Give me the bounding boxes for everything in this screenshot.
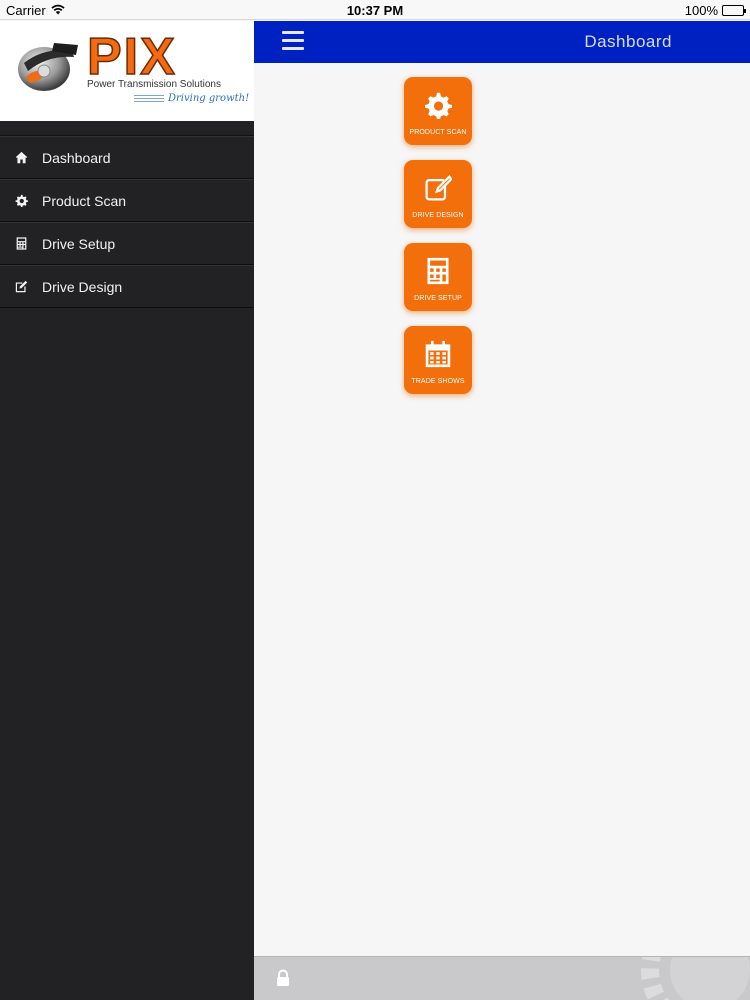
sidebar-menu: Dashboard Product Scan Drive Setup Drive… — [0, 135, 254, 308]
page-title: Dashboard — [584, 32, 672, 51]
status-right: 100% — [684, 3, 746, 18]
sidebar-item-label: Product Scan — [42, 192, 127, 209]
tile-trade-shows[interactable]: TRADE SHOWS — [404, 326, 472, 394]
brand-slogan: Driving growth! — [168, 93, 250, 104]
decorative-gear-watermark — [641, 957, 750, 1000]
calculator-icon — [423, 256, 453, 286]
sidebar-item-product-scan[interactable]: Product Scan — [0, 179, 254, 222]
footer-bar — [254, 956, 750, 1000]
calendar-icon — [423, 339, 453, 369]
globe-logo-icon — [18, 43, 78, 91]
tile-product-scan[interactable]: PRODUCT SCAN — [404, 77, 472, 145]
battery-percent: 100% — [684, 3, 718, 18]
tile-drive-setup[interactable]: DRIVE SETUP — [404, 243, 472, 311]
sidebar: PIX Power Transmission Solutions Driving… — [0, 21, 254, 1000]
edit-icon — [14, 280, 28, 294]
tile-label: TRADE SHOWS — [411, 378, 465, 385]
battery-icon — [722, 5, 746, 16]
gear-icon — [423, 90, 453, 120]
tile-label: DRIVE SETUP — [414, 295, 462, 302]
edit-icon — [423, 173, 453, 203]
dashboard-tiles: PRODUCT SCAN DRIVE DESIGN DRIVE SETUP TR… — [404, 77, 472, 409]
top-bar: Dashboard — [254, 21, 750, 63]
gear-icon — [14, 194, 28, 208]
brand-tagline: Power Transmission Solutions — [87, 79, 221, 90]
brand-slogan-wrap: Driving growth! — [134, 93, 249, 104]
tile-drive-design[interactable]: DRIVE DESIGN — [404, 160, 472, 228]
brand-name: PIX — [86, 28, 177, 86]
home-icon — [14, 151, 28, 165]
status-bar: Carrier 10:37 PM 100% — [0, 0, 750, 20]
logo: PIX Power Transmission Solutions Driving… — [0, 21, 254, 121]
sidebar-item-label: Drive Setup — [42, 235, 116, 252]
sidebar-item-drive-setup[interactable]: Drive Setup — [0, 222, 254, 265]
tile-label: DRIVE DESIGN — [412, 212, 464, 219]
tile-label: PRODUCT SCAN — [409, 129, 467, 136]
hamburger-menu-icon[interactable] — [282, 31, 304, 51]
sidebar-item-drive-design[interactable]: Drive Design — [0, 265, 254, 308]
status-time: 10:37 PM — [346, 3, 404, 18]
lock-icon[interactable] — [276, 969, 290, 987]
sidebar-item-dashboard[interactable]: Dashboard — [0, 136, 254, 179]
speed-lines-icon — [134, 94, 164, 103]
sidebar-item-label: Dashboard — [42, 149, 111, 166]
calculator-icon — [14, 237, 28, 251]
sidebar-item-label: Drive Design — [42, 278, 123, 295]
